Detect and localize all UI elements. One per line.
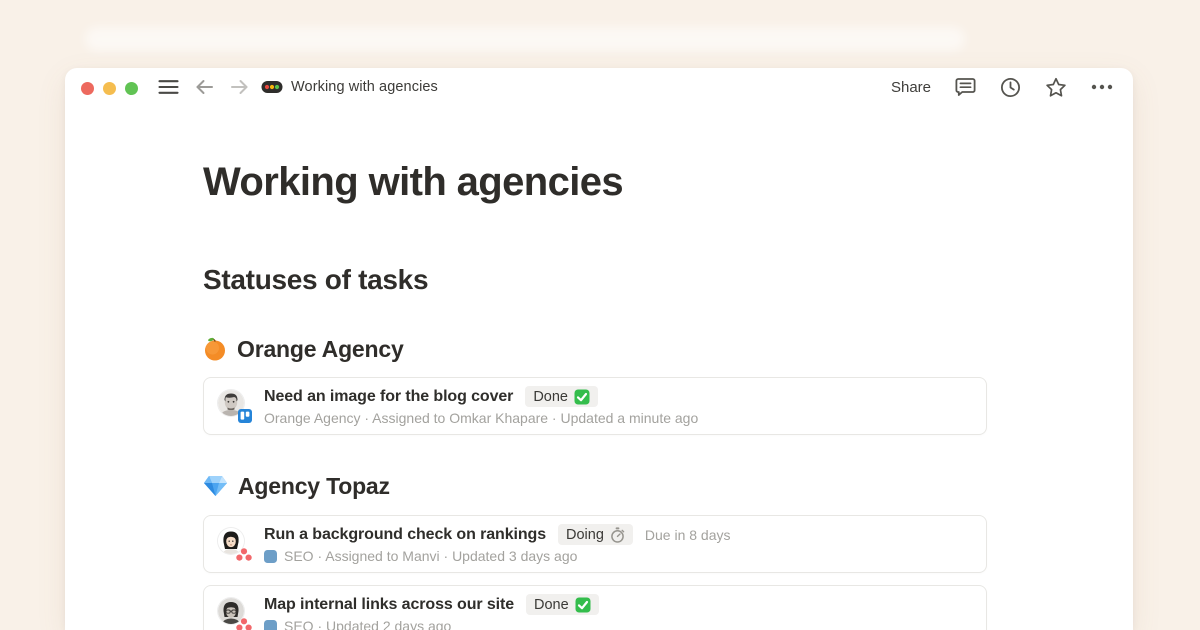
more-ellipsis-icon[interactable] [1091, 84, 1113, 90]
share-button[interactable]: Share [891, 79, 931, 96]
task-card[interactable]: Run a background check on rankings Doing… [203, 515, 987, 573]
star-icon[interactable] [1045, 77, 1067, 98]
zoom-window-button[interactable] [125, 82, 138, 95]
page-title-breadcrumb: Working with agencies [291, 79, 438, 95]
close-window-button[interactable] [81, 82, 94, 95]
status-badge: Done [526, 594, 599, 615]
page-title: Working with agencies [203, 158, 995, 206]
avatar [218, 598, 248, 630]
asana-icon [236, 618, 252, 630]
task-meta: SEO · Updated 2 days ago [284, 618, 451, 630]
trello-icon [238, 409, 252, 423]
status-badge: Doing [558, 524, 633, 545]
window-controls [81, 82, 138, 95]
seo-tag-swatch [264, 620, 277, 630]
task-title: Run a background check on rankings [264, 526, 546, 544]
status-badge: Done [525, 386, 598, 407]
menu-icon[interactable] [158, 79, 179, 95]
forward-arrow-icon[interactable] [230, 79, 249, 95]
task-meta: Orange Agency · Assigned to Omkar Khapar… [264, 410, 698, 426]
due-date: Due in 8 days [645, 527, 731, 543]
green-check-icon [575, 597, 591, 613]
minimize-window-button[interactable] [103, 82, 116, 95]
app-window: Working with agencies Share Working with… [65, 68, 1133, 630]
titlebar: Working with agencies Share [65, 68, 1133, 106]
avatar [218, 528, 248, 560]
task-card[interactable]: Map internal links across our site Done … [203, 585, 987, 630]
background-glow [85, 27, 965, 51]
breadcrumb[interactable]: Working with agencies [261, 79, 438, 95]
comment-icon[interactable] [955, 77, 976, 97]
asana-icon [236, 548, 252, 561]
task-title: Need an image for the blog cover [264, 388, 513, 406]
traffic-light-page-icon [261, 80, 283, 94]
task-title: Map internal links across our site [264, 596, 514, 614]
group-heading-orange-agency: Orange Agency [203, 334, 995, 364]
history-clock-icon[interactable] [1000, 77, 1021, 98]
seo-tag-swatch [264, 550, 277, 563]
task-meta: SEO · Assigned to Manvi · Updated 3 days… [284, 548, 577, 564]
gem-emoji-icon [203, 475, 228, 497]
section-heading: Statuses of tasks [203, 262, 995, 297]
avatar [218, 390, 248, 422]
back-arrow-icon[interactable] [195, 79, 214, 95]
green-check-icon [574, 389, 590, 405]
tangerine-emoji-icon [203, 337, 227, 361]
task-card[interactable]: Need an image for the blog cover Done Or… [203, 377, 987, 435]
stopwatch-icon [610, 527, 625, 543]
group-heading-agency-topaz: Agency Topaz [203, 471, 995, 501]
